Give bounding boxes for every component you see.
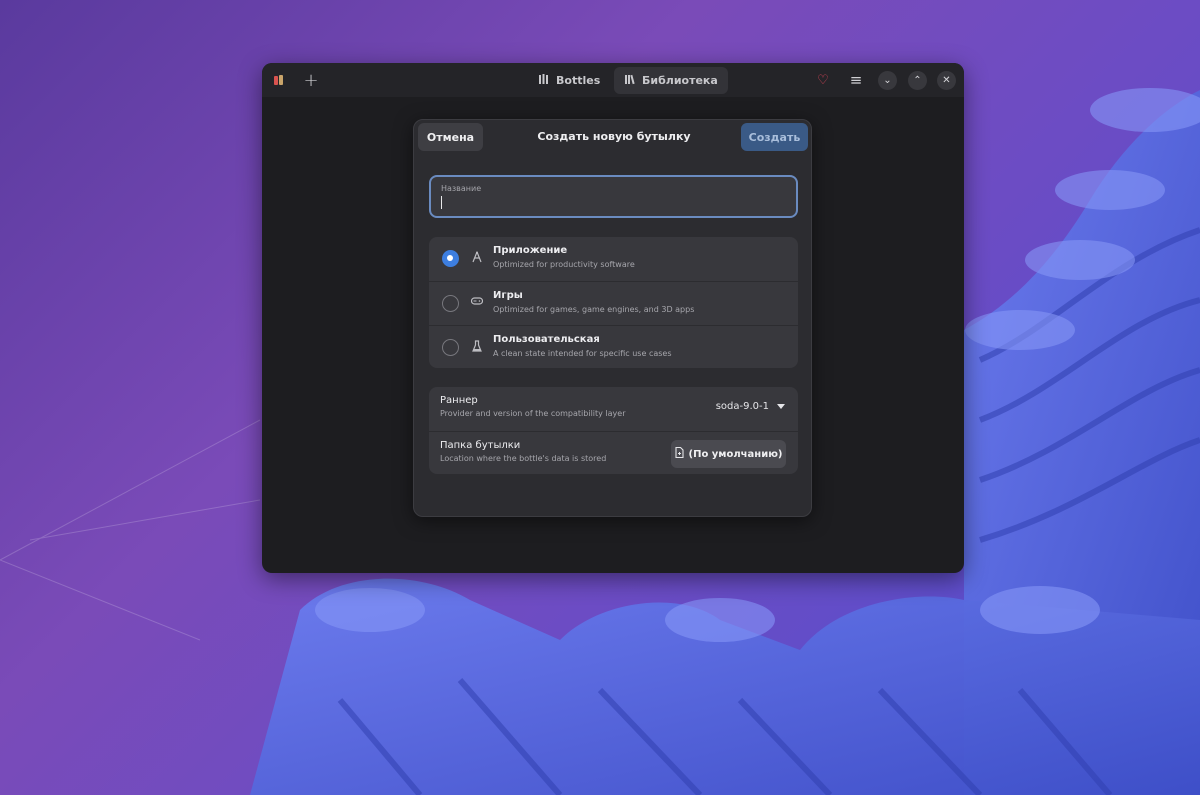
env-subtitle: A clean state intended for specific use … xyxy=(493,349,672,358)
headerbar: + Bottles Библиотека ♡ ≡ ⌄ ⌃ ✕ xyxy=(262,63,964,97)
env-subtitle: Optimized for productivity software xyxy=(493,260,635,269)
bottles-icon xyxy=(538,73,550,88)
env-option-games[interactable]: Игры Optimized for games, game engines, … xyxy=(429,281,798,325)
plus-icon: + xyxy=(303,69,319,91)
gamepad-icon xyxy=(470,296,484,310)
runner-value: soda-9.0-1 xyxy=(715,401,769,412)
dialog-title: Создать новую бутылку xyxy=(537,130,691,143)
env-option-custom[interactable]: Пользовательская A clean state intended … xyxy=(429,325,798,369)
environment-list: Приложение Optimized for productivity so… xyxy=(429,237,798,368)
add-button[interactable]: + xyxy=(300,69,322,91)
dropdown-arrow-icon xyxy=(777,404,785,409)
bottles-app-icon xyxy=(272,73,286,87)
radio-button[interactable] xyxy=(442,295,459,312)
folder-title: Папка бутылки xyxy=(440,440,521,451)
tab-label: Bottles xyxy=(556,74,601,87)
name-input[interactable]: Название xyxy=(429,175,798,218)
library-icon xyxy=(624,73,636,88)
env-title: Приложение xyxy=(493,245,568,256)
cancel-button[interactable]: Отмена xyxy=(418,123,483,151)
name-field-label: Название xyxy=(441,184,482,193)
tab-library[interactable]: Библиотека xyxy=(614,67,728,94)
flask-icon xyxy=(471,340,483,354)
text-cursor xyxy=(441,196,442,209)
application-icon xyxy=(471,251,483,265)
runner-row[interactable]: Раннер Provider and version of the compa… xyxy=(429,387,798,431)
close-icon: ✕ xyxy=(942,75,951,86)
hamburger-menu-icon: ≡ xyxy=(849,71,863,89)
create-button[interactable]: Создать xyxy=(741,123,808,151)
radio-button[interactable] xyxy=(442,339,459,356)
runner-dropdown[interactable]: soda-9.0-1 xyxy=(716,401,785,412)
chevron-up-icon: ⌃ xyxy=(913,75,922,86)
document-icon xyxy=(674,446,684,461)
runner-title: Раннер xyxy=(440,395,478,406)
env-title: Игры xyxy=(493,290,523,301)
tab-bottles[interactable]: Bottles xyxy=(528,67,610,94)
new-bottle-dialog: Отмена Создать новую бутылку Создать Наз… xyxy=(413,119,812,517)
folder-row: Папка бутылки Location where the bottle'… xyxy=(429,431,798,475)
minimize-button[interactable]: ⌄ xyxy=(878,71,897,90)
folder-button-label: (По умолчанию) xyxy=(688,448,783,460)
env-title: Пользовательская xyxy=(493,334,600,345)
close-button[interactable]: ✕ xyxy=(937,71,956,90)
heart-icon: ♡ xyxy=(817,72,829,88)
donate-button[interactable]: ♡ xyxy=(813,70,833,90)
env-option-application[interactable]: Приложение Optimized for productivity so… xyxy=(429,237,798,281)
tab-label: Библиотека xyxy=(642,74,718,87)
chevron-down-icon: ⌄ xyxy=(883,75,892,86)
folder-subtitle: Location where the bottle's data is stor… xyxy=(440,454,607,463)
maximize-button[interactable]: ⌃ xyxy=(908,71,927,90)
runner-subtitle: Provider and version of the compatibilit… xyxy=(440,409,626,418)
radio-button-selected[interactable] xyxy=(442,250,459,267)
bottle-settings-list: Раннер Provider and version of the compa… xyxy=(429,387,798,474)
main-menu-button[interactable]: ≡ xyxy=(846,70,866,90)
env-subtitle: Optimized for games, game engines, and 3… xyxy=(493,305,695,314)
choose-folder-button[interactable]: (По умолчанию) xyxy=(671,440,786,468)
